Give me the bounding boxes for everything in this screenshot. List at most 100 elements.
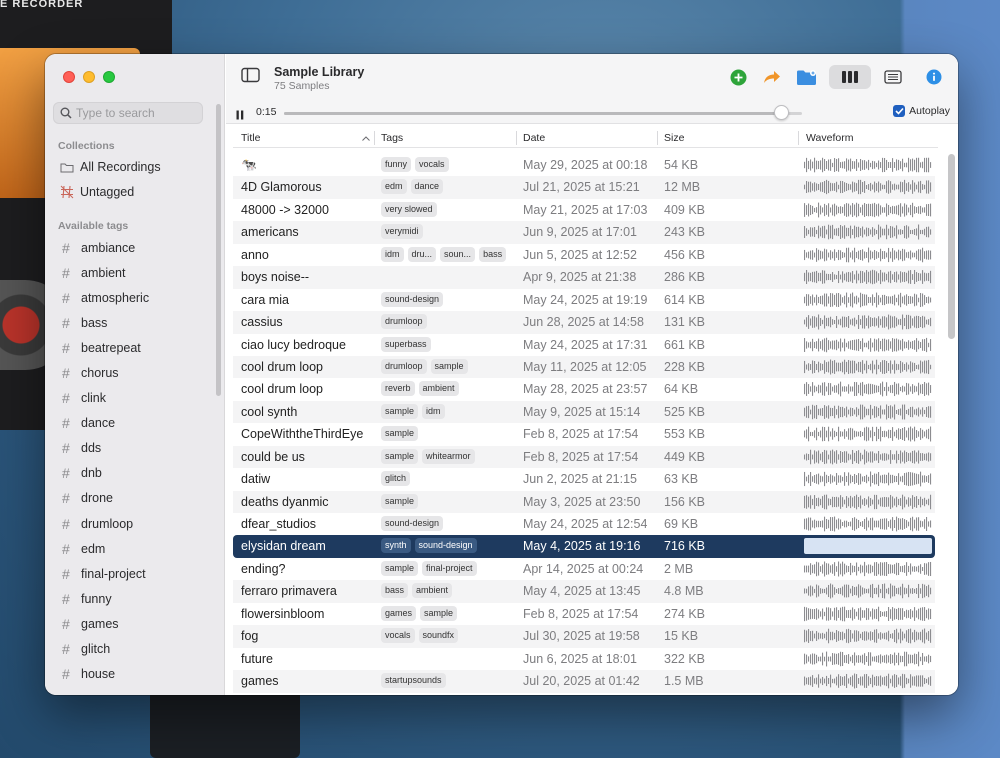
tag-chip[interactable]: drumloop: [381, 314, 427, 330]
sidebar-tag-dds[interactable]: # dds: [45, 436, 215, 461]
sidebar-tag-games[interactable]: # games: [45, 611, 215, 636]
tag-chip[interactable]: glitch: [381, 471, 411, 487]
table-row[interactable]: cool drum loop reverb ambient May 28, 2025 …: [233, 378, 935, 400]
tag-chip[interactable]: very slowed: [381, 201, 437, 217]
tag-chip[interactable]: sound-design: [381, 291, 444, 307]
share-button[interactable]: [761, 66, 783, 88]
folder-button[interactable]: [796, 66, 818, 88]
tag-chip[interactable]: sound-design: [414, 538, 477, 554]
tag-chip[interactable]: bass: [381, 583, 409, 599]
tag-chip[interactable]: soun...: [440, 246, 476, 262]
table-row[interactable]: cool synth sample idm May 9, 2025 at 15:14 5…: [233, 400, 935, 424]
column-divider[interactable]: [516, 131, 517, 145]
tag-chip[interactable]: verymidi: [381, 224, 423, 240]
tag-chip[interactable]: dru...: [407, 246, 437, 262]
tag-chip[interactable]: startupsounds: [381, 673, 446, 689]
table-row[interactable]: cassius drumloop Jun 28, 2025 at 14:58 131 …: [233, 311, 935, 334]
list-view-button[interactable]: [882, 66, 904, 88]
sidebar-tag-dnb[interactable]: # dnb: [45, 461, 215, 486]
column-header-waveform[interactable]: Waveform: [806, 132, 853, 144]
table-row[interactable]: ciao lucy bedroque superbass May 24, 2025 …: [233, 334, 935, 356]
table-row[interactable]: deaths dyanmic sample May 3, 2025 at 23:50…: [233, 490, 935, 513]
sidebar-tag-chorus[interactable]: # chorus: [45, 360, 215, 385]
tag-chip[interactable]: sample: [430, 358, 468, 374]
sidebar-tag-drone[interactable]: # drone: [45, 486, 215, 511]
table-row[interactable]: future Jun 6, 2025 at 18:01 322 KB: [233, 648, 935, 670]
pause-button[interactable]: [236, 107, 244, 125]
sidebar-tag-atmospheric[interactable]: # atmospheric: [45, 285, 215, 310]
tag-chip[interactable]: ambient: [418, 381, 459, 397]
table-row[interactable]: games startupsounds Jul 20, 2025 at 01:42 1…: [233, 670, 935, 693]
tag-chip[interactable]: reverb: [381, 381, 415, 397]
collection-untagged[interactable]: Untagged: [60, 182, 134, 202]
sidebar-tag-final-project[interactable]: # final-project: [45, 561, 215, 586]
table-row[interactable]: ferraro primavera bass ambient May 4, 2025 …: [233, 580, 935, 603]
sidebar-tag-funny[interactable]: # funny: [45, 586, 215, 611]
toggle-sidebar-button[interactable]: [241, 67, 261, 88]
table-row[interactable]: fog vocals soundfx Jul 30, 2025 at 19:58 15 …: [233, 625, 935, 648]
tag-chip[interactable]: sound-design: [381, 516, 444, 531]
tag-chip[interactable]: sample: [381, 403, 419, 419]
sidebar-tag-dance[interactable]: # dance: [45, 411, 215, 436]
autoplay-toggle[interactable]: Autoplay: [893, 105, 950, 117]
autoplay-checkbox[interactable]: [893, 105, 906, 117]
playback-slider-knob[interactable]: [774, 105, 790, 120]
table-row[interactable]: cool drum loop drumloop sample May 11, 2025…: [233, 355, 935, 379]
tag-chip[interactable]: synth: [381, 538, 411, 554]
add-button[interactable]: [727, 66, 749, 88]
table-row[interactable]: elysidan dream synth sound-design May 4, 20…: [233, 535, 935, 558]
tag-chip[interactable]: whitearmor: [422, 448, 475, 464]
table-row[interactable]: CopeWiththeThirdEye sample Feb 8, 2025 at …: [233, 423, 935, 445]
tag-chip[interactable]: superbass: [381, 336, 431, 352]
column-divider[interactable]: [657, 131, 658, 145]
table-row[interactable]: datiw glitch Jun 2, 2025 at 21:15 63 KB: [233, 468, 935, 490]
table-row[interactable]: flowersinbloom games sample Feb 8, 2025 at …: [233, 603, 935, 625]
table-row[interactable]: boys noise-- Apr 9, 2025 at 21:38 286 KB: [233, 266, 935, 289]
search-input[interactable]: [76, 106, 196, 120]
column-header-title[interactable]: Title: [241, 132, 260, 144]
tag-chip[interactable]: dance: [410, 179, 444, 195]
column-divider[interactable]: [798, 131, 799, 145]
playback-slider[interactable]: [284, 112, 802, 115]
table-row[interactable]: anno idm dru... soun... bass Jun 5, 2025 at 1…: [233, 244, 935, 266]
tag-chip[interactable]: drumloop: [381, 358, 427, 374]
tag-chip[interactable]: edm: [381, 179, 407, 195]
sidebar-tag-ambient[interactable]: # ambient: [45, 260, 215, 285]
column-header-date[interactable]: Date: [523, 132, 545, 144]
table-row[interactable]: ending? sample final-project Apr 14, 2025 a…: [233, 558, 935, 580]
tag-chip[interactable]: vocals: [415, 157, 449, 172]
search-field[interactable]: [53, 102, 203, 124]
info-button[interactable]: [923, 66, 945, 88]
close-window-button[interactable]: [63, 71, 75, 83]
sidebar-tag-ambiance[interactable]: # ambiance: [45, 235, 215, 260]
column-header-tags[interactable]: Tags: [381, 132, 403, 144]
table-row[interactable]: americans verymidi Jun 9, 2025 at 17:01 243…: [233, 221, 935, 244]
zoom-window-button[interactable]: [103, 71, 115, 83]
tag-chip[interactable]: vocals: [381, 628, 415, 644]
sidebar-tag-beatrepeat[interactable]: # beatrepeat: [45, 335, 215, 360]
collection-all-recordings[interactable]: All Recordings: [60, 157, 161, 177]
column-divider[interactable]: [374, 131, 375, 145]
sidebar-tag-clink[interactable]: # clink: [45, 386, 215, 411]
tag-chip[interactable]: final-project: [422, 560, 477, 576]
minimize-window-button[interactable]: [83, 71, 95, 83]
sidebar-scrollbar[interactable]: [216, 104, 221, 396]
tag-chip[interactable]: funny: [381, 157, 412, 172]
tag-chip[interactable]: idm: [381, 246, 404, 262]
sidebar-tag-bass[interactable]: # bass: [45, 310, 215, 335]
tag-chip[interactable]: sample: [381, 448, 419, 464]
tag-chip[interactable]: ambient: [412, 583, 453, 599]
sidebar-tag-drumloop[interactable]: # drumloop: [45, 511, 215, 536]
tag-chip[interactable]: sample: [381, 493, 419, 509]
column-header-size[interactable]: Size: [664, 132, 684, 144]
tag-chip[interactable]: soundfx: [418, 628, 459, 644]
table-row[interactable]: 4D Glamorous edm dance Jul 21, 2025 at 15:2…: [233, 176, 935, 199]
columns-view-button[interactable]: [829, 65, 871, 89]
tag-chip[interactable]: sample: [381, 560, 419, 576]
tag-chip[interactable]: bass: [479, 246, 507, 262]
table-row[interactable]: 🐄 funny vocals May 29, 2025 at 00:18 54 KB: [233, 154, 935, 176]
sidebar-tag-glitch[interactable]: # glitch: [45, 637, 215, 662]
tag-chip[interactable]: sample: [420, 605, 458, 621]
table-row[interactable]: cara mia sound-design May 24, 2025 at 19:1…: [233, 289, 935, 311]
tag-chip[interactable]: sample: [381, 426, 419, 442]
